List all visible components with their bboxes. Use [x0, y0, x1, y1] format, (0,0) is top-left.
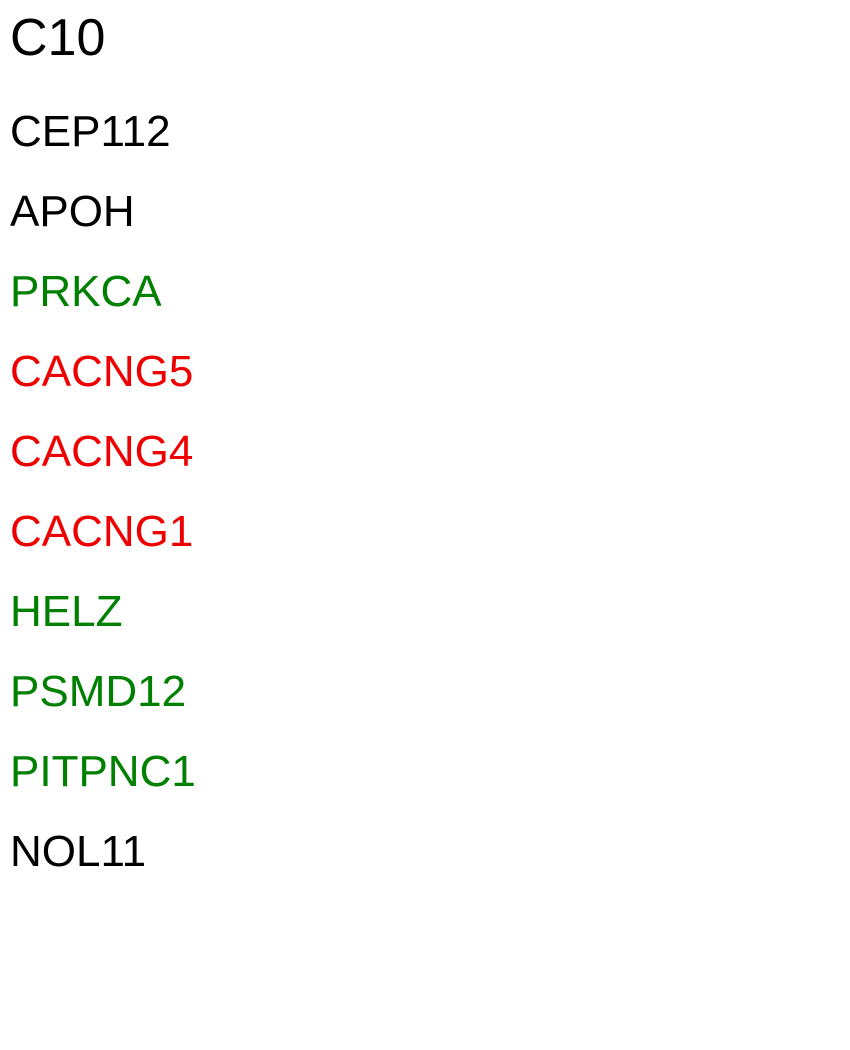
document-page: C10 CEP112 APOH PRKCA CACNG5 CACNG4 CACN… [0, 0, 850, 1050]
gene-item: CACNG4 [10, 427, 194, 476]
gene-item: PSMD12 [10, 667, 187, 716]
gene-item: PRKCA [10, 267, 162, 316]
gene-item: CACNG1 [10, 507, 194, 556]
gene-item: CEP112 [10, 107, 171, 156]
page-title: C10 [10, 9, 106, 67]
gene-item: HELZ [10, 587, 123, 636]
gene-item: APOH [10, 187, 135, 236]
gene-item: PITPNC1 [10, 747, 196, 796]
gene-item: CACNG5 [10, 347, 194, 396]
gene-item: NOL11 [10, 827, 147, 876]
gene-list: CEP112 APOH PRKCA CACNG5 CACNG4 CACNG1 H… [10, 106, 196, 906]
